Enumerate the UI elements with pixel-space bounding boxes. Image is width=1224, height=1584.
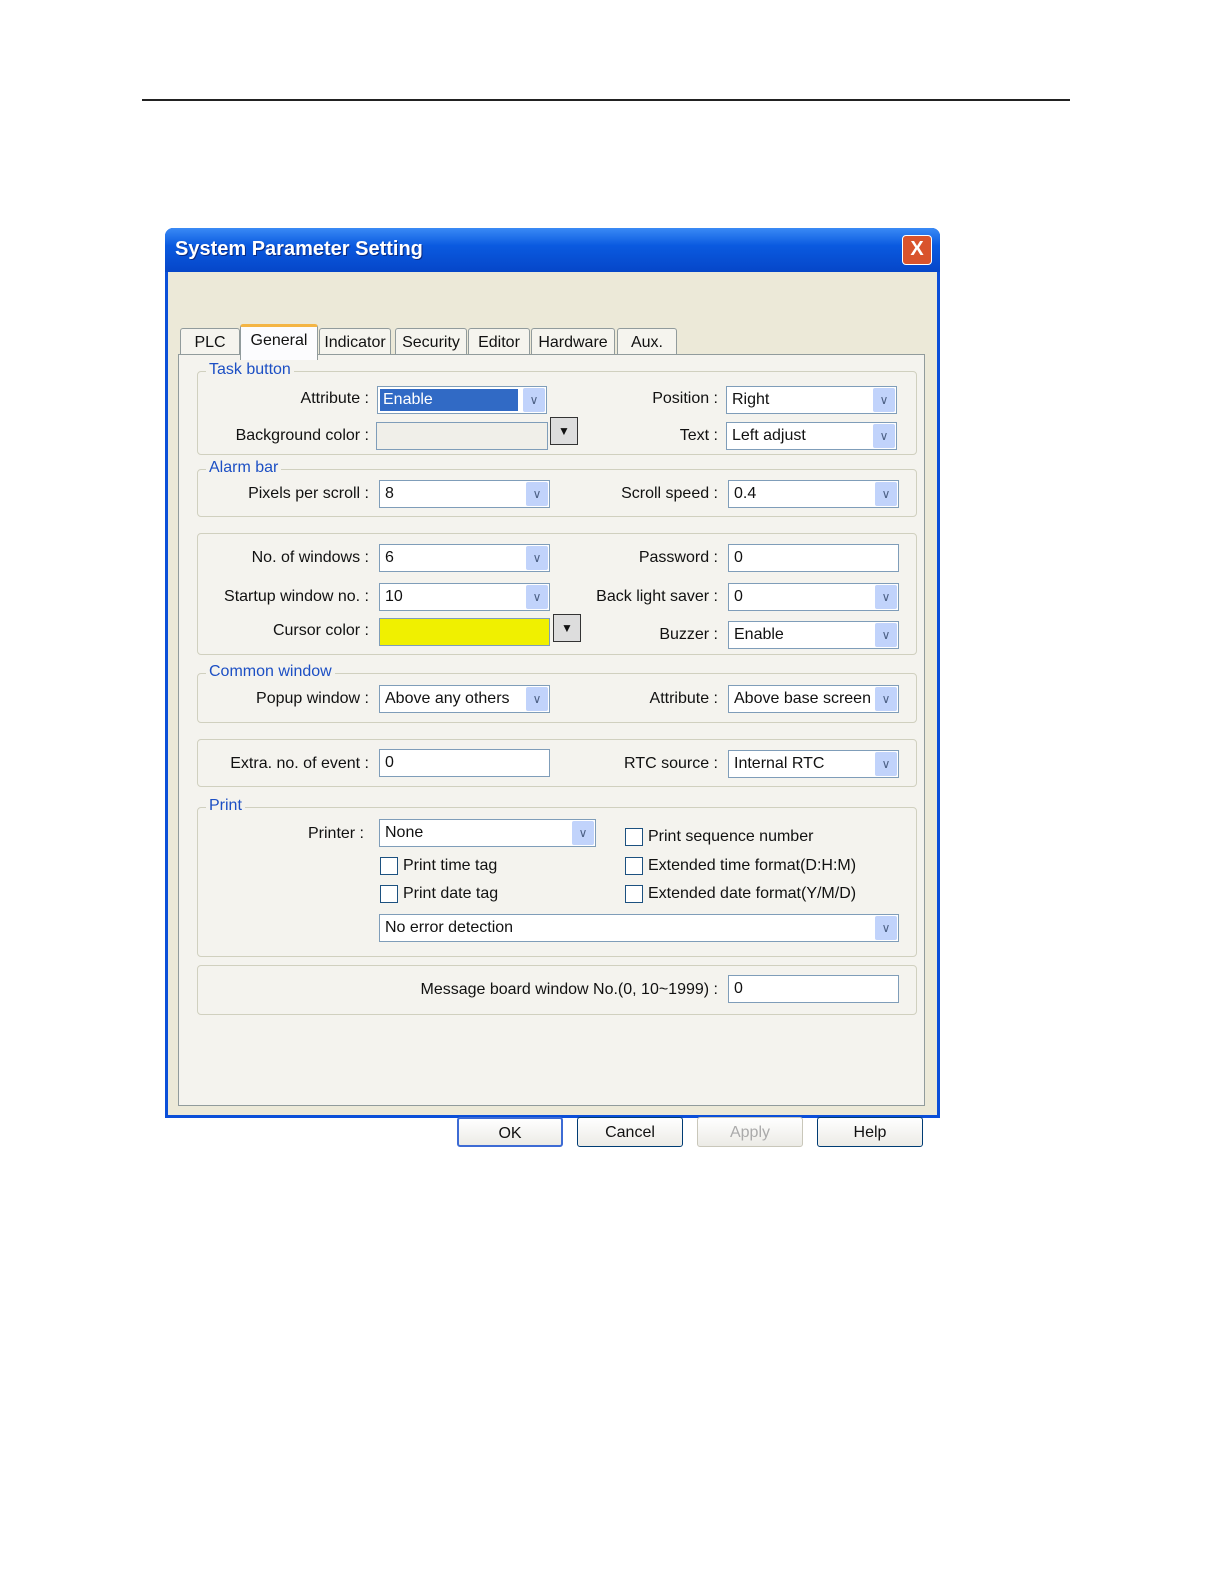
chevron-down-icon: ∨	[875, 687, 897, 711]
ok-button[interactable]: OK	[457, 1117, 563, 1147]
help-button[interactable]: Help	[817, 1117, 923, 1147]
attribute-label: Attribute :	[300, 390, 369, 407]
background-color-field	[376, 422, 548, 450]
tab-hardware[interactable]: Hardware	[531, 328, 615, 357]
tab-general[interactable]: General	[240, 324, 318, 360]
popup-window-label: Popup window :	[256, 690, 369, 707]
chevron-down-icon: ∨	[873, 424, 895, 448]
buzzer-select[interactable]: Enable ∨	[728, 621, 899, 649]
message-board-label: Message board window No.(0, 10~1999) :	[420, 981, 718, 998]
common-window-legend: Common window	[206, 663, 335, 681]
chevron-down-icon: ∨	[875, 916, 897, 940]
print-sequence-checkbox[interactable]	[625, 828, 643, 846]
chevron-down-icon: ∨	[526, 687, 548, 711]
print-time-tag-label: Print time tag	[403, 857, 498, 874]
chevron-down-icon: ∨	[526, 546, 548, 570]
system-parameter-dialog: System Parameter Setting X PLC General I…	[165, 228, 940, 1147]
chevron-down-icon: ∨	[875, 623, 897, 647]
position-select[interactable]: Right ∨	[726, 386, 897, 414]
attribute-select[interactable]: Enable ∨	[377, 386, 547, 414]
page-rule	[142, 99, 1070, 101]
printer-label: Printer :	[307, 825, 364, 842]
print-time-tag-checkbox[interactable]	[380, 857, 398, 875]
chevron-down-icon: ∨	[572, 821, 594, 845]
tab-aux[interactable]: Aux.	[617, 328, 677, 357]
chevron-down-icon: ∨	[875, 752, 897, 776]
rtc-source-label: RTC source :	[624, 755, 718, 772]
dialog-client: PLC General Indicator Security Editor Ha…	[168, 272, 937, 1147]
chevron-down-icon: ∨	[523, 388, 545, 412]
extra-event-input[interactable]: 0	[379, 749, 550, 777]
no-of-windows-label: No. of windows :	[251, 549, 369, 566]
startup-window-label: Startup window no. :	[224, 588, 369, 605]
chevron-down-icon: ∨	[873, 388, 895, 412]
pixels-per-scroll-label: Pixels per scroll :	[248, 485, 369, 502]
tab-security[interactable]: Security	[395, 328, 467, 357]
print-date-tag-checkbox[interactable]	[380, 885, 398, 903]
extended-date-checkbox[interactable]	[625, 885, 643, 903]
chevron-down-icon: ∨	[875, 482, 897, 506]
close-button[interactable]: X	[902, 235, 932, 265]
chevron-down-icon: ∨	[526, 482, 548, 506]
background-color-label: Background color :	[235, 427, 369, 444]
alarm-bar-legend: Alarm bar	[206, 459, 282, 477]
no-of-windows-select[interactable]: 6 ∨	[379, 544, 550, 572]
text-label: Text :	[679, 427, 718, 444]
cursor-color-picker-button[interactable]: ▼	[553, 614, 581, 642]
extended-time-label: Extended time format(D:H:M)	[648, 857, 857, 874]
scroll-speed-label: Scroll speed :	[621, 485, 718, 502]
password-label: Password :	[638, 549, 718, 566]
back-light-saver-select[interactable]: 0 ∨	[728, 583, 899, 611]
background-color-picker-button[interactable]: ▼	[550, 417, 578, 445]
common-attribute-select[interactable]: Above base screen ∨	[728, 685, 899, 713]
print-sequence-label: Print sequence number	[648, 828, 814, 845]
buzzer-label: Buzzer :	[659, 626, 718, 643]
password-input[interactable]: 0	[728, 544, 899, 572]
chevron-down-icon: ∨	[875, 585, 897, 609]
error-detection-select[interactable]: No error detection ∨	[379, 914, 899, 942]
scroll-speed-select[interactable]: 0.4 ∨	[728, 480, 899, 508]
cancel-button[interactable]: Cancel	[577, 1117, 683, 1147]
general-panel: Task button Attribute : Enable ∨ Backgrou…	[178, 354, 925, 1106]
tab-indicator[interactable]: Indicator	[319, 328, 391, 357]
tab-plc[interactable]: PLC	[180, 328, 240, 357]
cursor-color-label: Cursor color :	[272, 622, 369, 639]
position-label: Position :	[652, 390, 718, 407]
dialog-title: System Parameter Setting	[175, 238, 423, 260]
pixels-per-scroll-select[interactable]: 8 ∨	[379, 480, 550, 508]
back-light-saver-label: Back light saver :	[596, 588, 718, 605]
extended-date-label: Extended date format(Y/M/D)	[648, 885, 857, 902]
extra-event-label: Extra. no. of event :	[230, 755, 369, 772]
chevron-down-icon: ∨	[526, 585, 548, 609]
title-bar[interactable]: System Parameter Setting X	[165, 228, 940, 272]
startup-window-select[interactable]: 10 ∨	[379, 583, 550, 611]
common-attribute-label: Attribute :	[649, 690, 718, 707]
text-select[interactable]: Left adjust ∨	[726, 422, 897, 450]
message-board-input[interactable]: 0	[728, 975, 899, 1003]
print-legend: Print	[206, 797, 245, 815]
apply-button[interactable]: Apply	[697, 1117, 803, 1147]
task-button-legend: Task button	[206, 361, 294, 379]
popup-window-select[interactable]: Above any others ∨	[379, 685, 550, 713]
printer-select[interactable]: None ∨	[379, 819, 596, 847]
cursor-color-swatch	[379, 618, 550, 646]
rtc-source-select[interactable]: Internal RTC ∨	[728, 750, 899, 778]
tab-editor[interactable]: Editor	[468, 328, 530, 357]
extended-time-checkbox[interactable]	[625, 857, 643, 875]
print-date-tag-label: Print date tag	[403, 885, 499, 902]
